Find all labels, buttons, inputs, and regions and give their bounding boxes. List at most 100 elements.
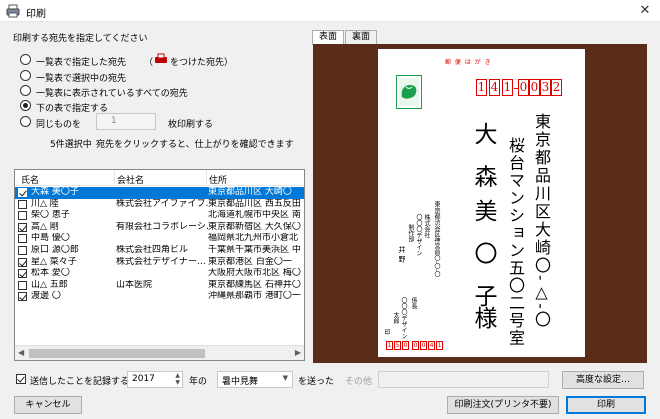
red-mark-icon [155,53,167,63]
column-name[interactable]: 氏名 [21,173,39,186]
selected-count: 5件選択中 [50,140,92,150]
sender-address: 東京都渋谷区神宮前〇‐〇‐〇 [433,201,440,278]
row-name: 中島 優〇 [31,233,70,244]
row-checkbox[interactable] [18,234,27,244]
sender-name: 井 野 [398,246,406,263]
row-company: 株式会社デザイナー… [116,256,206,267]
row-checkbox[interactable] [18,280,27,290]
row-checkbox[interactable] [18,257,27,267]
record-label: 送信したことを記録する [30,377,130,387]
other-label: その他 [345,377,373,387]
printer-icon [6,4,20,18]
postcard: 郵 便 は が き 1410032 東京都品川区大崎〇‐△‐〇 桜台マンション五… [378,49,585,357]
sender-zip-digit-box: 1 [436,341,443,350]
row-address: 大阪府大阪市北区 梅〇 [208,268,301,279]
table-row[interactable]: 柴〇 恵子 北海道札幌市中央区 南 [15,210,304,222]
table-row[interactable]: 松本 愛〇 大阪府大阪市北区 梅〇 [15,268,304,280]
advanced-settings-button[interactable]: 高度な設定… [562,371,644,389]
tab-front[interactable]: 表面 [312,30,344,45]
recipient-honorific: 様 [470,306,496,329]
sender-first-name: 太郎 [392,312,399,324]
row-address: 東京都港区 白金〇一 [208,256,292,267]
radio-same[interactable] [20,116,31,127]
record-checkbox[interactable] [16,374,26,384]
row-checkbox[interactable] [18,188,27,197]
row-company: 株式会社アイファイブ… [116,198,208,209]
print-button[interactable]: 印刷 [566,396,646,414]
row-company: 株式会社四角ビル [116,245,189,255]
year-value: 2017 [132,374,155,384]
column-address[interactable]: 住所 [209,173,227,186]
horizontal-scrollbar[interactable]: ◀ ▶ [15,345,304,360]
sender-org: 〇〇〇デザイン [415,214,422,256]
zip-digit-box: 0 [518,79,529,96]
row-name: 山△ 五郎 [31,279,68,290]
title-bar: 印刷 ✕ [0,0,660,22]
table-row[interactable]: 高△ 剛 有限会社コラボレーシ… 東京都新宿区 大久保〇 [15,222,304,234]
radio-selected[interactable] [20,70,31,81]
sender-col2: 〇〇〇デザイン [400,297,407,339]
other-field[interactable] [378,371,549,388]
row-checkbox[interactable] [18,211,27,221]
year-spin-icon[interactable]: ▲ ▼ [175,372,180,386]
table-row[interactable]: 渡邊 〇 沖縄県那覇市 港町〇一 [15,291,304,303]
scroll-left-icon[interactable]: ◀ [18,348,24,357]
sender-zip-digit-box: 5 [394,341,401,350]
row-checkbox[interactable] [18,222,27,232]
tab-back[interactable]: 裏面 [345,30,377,44]
row-name: 松本 愛〇 [31,268,70,279]
copies-stepper[interactable]: 1 [96,113,156,130]
radio-below-table[interactable] [20,100,31,111]
radio-marked-label: 一覧表で指定した宛先 [36,58,127,68]
radio-all[interactable] [20,85,31,96]
row-checkbox[interactable] [18,269,27,279]
sender-zip-digit-box: 1 [386,341,393,350]
print-order-button[interactable]: 印刷注文(プリンタ不要) [447,396,559,414]
table-row[interactable]: 原口 源〇郎 株式会社四角ビル 千葉県千葉市美浜区 中 [15,245,304,257]
mail-type-select[interactable]: 暑中見舞 ▼ [217,371,293,388]
row-name: 柴〇 恵子 [31,210,70,221]
sender-dept: 制作部 [407,224,414,242]
sender-zip-digit-box: 0 [420,341,427,350]
table-row[interactable]: 中島 優〇 福岡県北九州市小倉北 [15,233,304,245]
recipient-given-name: 美 〇 子 [470,199,496,313]
copies-suffix: 枚印刷する [168,120,214,130]
cancel-button[interactable]: キャンセル [14,396,82,414]
year-suffix: 年の [189,377,208,387]
row-checkbox[interactable] [18,199,27,209]
preview-hint: 宛先をクリックすると、仕上がりを確認できます [96,140,294,150]
table-row[interactable]: 山△ 五郎 山本医院 東京都練馬区 石神井〇 [15,280,304,292]
column-company[interactable]: 会社名 [117,173,144,186]
zip-digit-box: 2 [551,79,562,96]
scroll-thumb[interactable] [29,349,205,358]
row-checkbox[interactable] [18,246,27,255]
radio-same-label: 同じものを [36,120,82,130]
close-icon[interactable]: ✕ [630,0,660,22]
row-name: 渡邊 〇 [31,291,61,302]
sent-suffix: を送った [298,377,335,387]
table-row[interactable]: 大森 美〇子 東京都品川区 大崎〇 [15,187,304,199]
row-address: 福岡県北九州市小倉北 [208,233,299,244]
row-name: 高△ 剛 [31,221,59,232]
recipient-address-line1: 東京都品川区大崎〇‐△‐〇 [532,113,551,329]
sender-zip-digit-box: 0 [412,341,419,350]
chevron-down-icon[interactable]: ▼ [283,374,288,382]
row-name: 原口 源〇郎 [31,245,79,255]
row-checkbox[interactable] [18,292,27,302]
row-address: 千葉県千葉市美浜区 中 [208,245,301,255]
row-name: 大森 美〇子 [31,187,79,197]
scroll-right-icon[interactable]: ▶ [295,348,301,357]
table-row[interactable]: 星△ 菜々子 株式会社デザイナー… 東京都港区 白金〇一 [15,257,304,269]
postcard-header: 郵 便 は が き [445,59,492,66]
zip-separator [514,88,518,89]
marked-paren: （ [144,58,154,68]
sender-mark: 印 [383,329,390,335]
window-title: 印刷 [26,9,46,20]
sender-company: 株式会社 [423,214,430,238]
address-table[interactable]: 氏名 会社名 住所 大森 美〇子 東京都品川区 大崎〇 川△ 陸 株式会社アイファイブ… [14,169,305,361]
table-row[interactable]: 川△ 陸 株式会社アイファイブ… 東京都品川区 西五反田 [15,199,304,211]
recipient-address-line2: 桜台マンション五〇二号室 [506,137,525,347]
year-stepper[interactable]: 2017 ▲ ▼ [127,371,183,388]
radio-selected-label: 一覧表で選択中の宛先 [36,74,127,84]
radio-marked[interactable] [20,54,31,65]
